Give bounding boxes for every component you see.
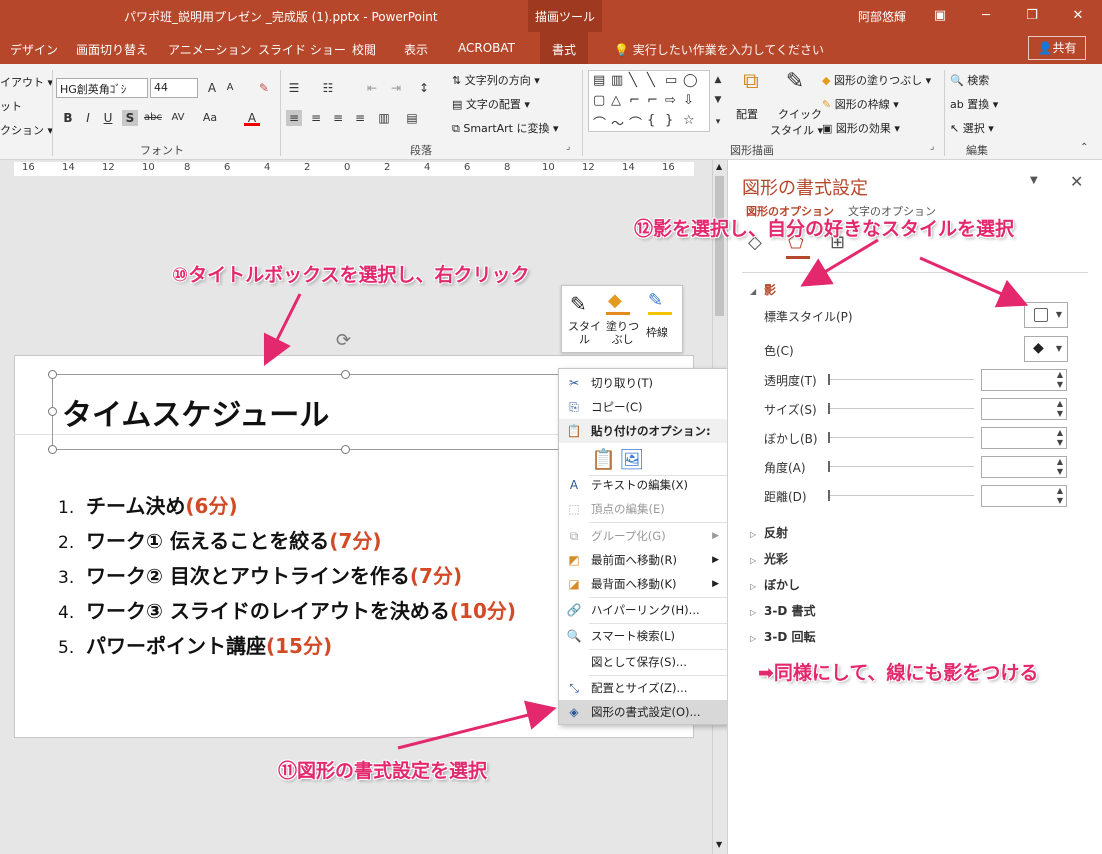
- arrow-to-presets: [919, 256, 1029, 308]
- arrow-to-shadow: [800, 238, 879, 287]
- annotation-step12: ⑫影を選択し、自分の好きなスタイルを選択: [634, 218, 1015, 240]
- arrow-to-format-shape: [397, 700, 557, 750]
- annotation-arrows: [263, 238, 1029, 750]
- annotation-step11: ⑪図形の書式設定を選択: [278, 760, 488, 782]
- arrow-to-titlebox: [263, 293, 302, 367]
- annotation-step10: ⑩タイトルボックスを選択し、右クリック: [172, 264, 530, 286]
- annotation-note: ➡同様にして、線にも影をつける: [758, 662, 1039, 684]
